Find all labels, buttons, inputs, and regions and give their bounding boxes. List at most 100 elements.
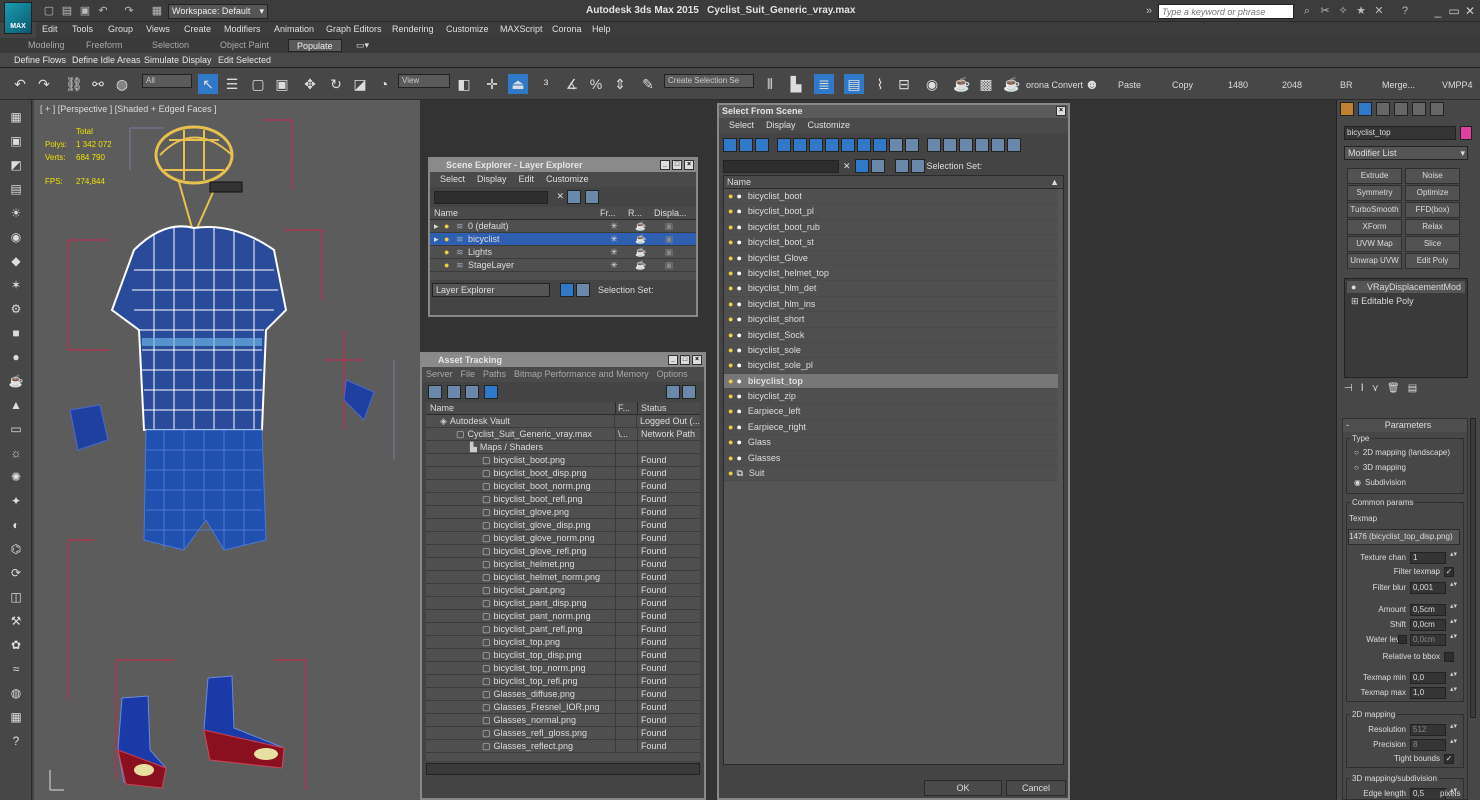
display-tab-icon[interactable] (1412, 102, 1426, 116)
utilities-tab-icon[interactable] (1430, 102, 1444, 116)
menu-animation[interactable]: Animation (274, 24, 314, 34)
create-tab-icon[interactable] (1340, 102, 1354, 116)
material-editor-icon[interactable]: ◉ (922, 74, 942, 94)
object-row[interactable]: ● ● bicyclist_boot (724, 189, 1058, 205)
settings-icon[interactable] (682, 385, 696, 399)
hierarchy-icon[interactable] (576, 283, 590, 297)
display-none-icon[interactable] (943, 138, 957, 152)
copy-button[interactable]: Copy (1172, 80, 1193, 90)
lightbulb-icon[interactable]: ● (728, 253, 733, 263)
layers-icon[interactable] (894, 159, 909, 173)
display-box-icon[interactable]: ▣ (654, 233, 684, 245)
object-row[interactable]: ● ⧉ Suit (724, 466, 1058, 482)
lightbulb-icon[interactable]: ● (444, 220, 456, 232)
modifier-button-edit-poly[interactable]: Edit Poly (1405, 253, 1460, 269)
skull-icon[interactable]: ☻ (1082, 74, 1102, 94)
lightbulb-icon[interactable]: ● (728, 222, 733, 232)
object-row[interactable]: ● ● bicyclist_boot_pl (724, 204, 1058, 220)
object-row[interactable]: ● ● bicyclist_boot_rub (724, 219, 1058, 236)
asset-row[interactable]: ▢ bicyclist_top_disp.png Found (426, 649, 700, 662)
type-radio-option[interactable]: ○ 2D mapping (landscape) (1354, 448, 1450, 457)
paste-button[interactable]: Paste (1118, 80, 1141, 90)
type-radio-option[interactable]: ◉ Subdivision (1354, 478, 1406, 487)
bind-space-warp-icon[interactable]: ◍ (112, 74, 132, 94)
menu-edit[interactable]: Edit (519, 174, 535, 184)
modifier-button-extrude[interactable]: Extrude (1347, 168, 1402, 184)
object-row[interactable]: ● ● bicyclist_zip (724, 389, 1058, 405)
water-level-spinner[interactable]: 0,0cm (1410, 634, 1446, 646)
render-teapot-icon[interactable]: ☕ (628, 246, 654, 258)
spinner-arrows-icon[interactable]: ▴▾ (1450, 551, 1457, 558)
scene-explorer-titlebar[interactable]: Scene Explorer - Layer Explorer _ □ × (430, 159, 696, 172)
place-icon[interactable]: ◔ (374, 74, 394, 94)
ribbon-button-edit-selected[interactable]: Edit Selected (218, 55, 271, 65)
box-icon[interactable]: ■ (7, 324, 25, 342)
command-panel-scrollbar[interactable] (1470, 418, 1476, 718)
pin-stack-icon[interactable]: ⊣ (1344, 383, 1353, 394)
configure-sets-icon[interactable]: ▤ (1408, 383, 1417, 394)
search-input[interactable]: Type a keyword or phrase (1158, 4, 1294, 19)
invert-display-icon[interactable] (959, 138, 973, 152)
link-icon[interactable]: ⛓ (64, 74, 84, 94)
filter-settings-icon[interactable] (975, 138, 989, 152)
filter-icon[interactable] (854, 159, 869, 173)
hierarchy-icon[interactable]: ⌬ (7, 540, 25, 558)
radio-button[interactable]: ○ (1354, 463, 1359, 472)
perspective-viewport[interactable] (34, 100, 420, 800)
list-icon[interactable] (446, 385, 461, 399)
menu-help[interactable]: Help (592, 24, 611, 34)
corona-convert-button[interactable]: orona Convert (1026, 80, 1083, 90)
modifier-button-turbosmooth[interactable]: TurboSmooth (1347, 202, 1402, 218)
modifier-button-ffd-box-[interactable]: FFD(box) (1405, 202, 1460, 218)
asset-row[interactable]: ▢ Glasses_Fresnel_IOR.png Found (426, 701, 700, 714)
render-teapot-icon[interactable]: ☕ (628, 233, 654, 245)
cancel-button[interactable]: Cancel (1006, 780, 1066, 796)
asset-row[interactable]: ▢ bicyclist_glove_refl.png Found (426, 545, 700, 558)
modifier-button-symmetry[interactable]: Symmetry (1347, 185, 1402, 201)
minimize-button[interactable]: _ (660, 160, 670, 170)
asset-row[interactable]: ▢ bicyclist_boot.png Found (426, 454, 700, 467)
ribbon-tab-selection[interactable]: Selection (152, 40, 189, 50)
named-selection-dropdown[interactable]: Create Selection Se (664, 74, 754, 88)
stack-item[interactable]: ● VRayDisplacementMod (1347, 281, 1465, 293)
unlink-icon[interactable]: ⚯ (88, 74, 108, 94)
render-teapot-icon[interactable]: ☕ (628, 220, 654, 232)
asset-row[interactable]: ▢ bicyclist_pant_norm.png Found (426, 610, 700, 623)
object-row[interactable]: ● ● Glass (724, 435, 1058, 451)
open-file-icon[interactable]: ▤ (60, 4, 74, 18)
select-object-icon[interactable]: ↖ (198, 74, 218, 94)
layer-row[interactable]: ▸ ● ≋ bicyclist ✳ ☕ ▣ (430, 233, 696, 246)
resolution-width-button[interactable]: 1480 (1228, 80, 1248, 90)
asset-row[interactable]: ▢ Glasses_refl_gloss.png Found (426, 727, 700, 740)
tools-icon[interactable]: ✂ (1318, 4, 1332, 18)
display-helpers-icon[interactable] (793, 138, 807, 152)
texmap-min-spinner[interactable]: 0,0 (1410, 672, 1446, 684)
modifier-button-noise[interactable]: Noise (1405, 168, 1460, 184)
object-row[interactable]: ● ● bicyclist_sole_pl (724, 358, 1058, 374)
asset-row[interactable]: ▢ bicyclist_top_refl.png Found (426, 675, 700, 688)
asset-row[interactable]: ▢ bicyclist_top.png Found (426, 636, 700, 649)
object-row[interactable]: ● ● bicyclist_helmet_top (724, 265, 1058, 282)
display-hidden-icon[interactable] (905, 138, 919, 152)
utility-icon[interactable]: ⚒ (7, 612, 25, 630)
display-geometry-icon[interactable] (723, 138, 737, 152)
asset-row[interactable]: ▢ bicyclist_boot_norm.png Found (426, 480, 700, 493)
display-bones-icon[interactable] (857, 138, 871, 152)
menu-options[interactable]: Options (657, 369, 688, 379)
object-row[interactable]: ● ● Glasses (724, 450, 1058, 467)
menu-modifiers[interactable]: Modifiers (224, 24, 261, 34)
angle-snap-icon[interactable]: ∡ (562, 74, 582, 94)
lightbulb-icon[interactable]: ● (728, 468, 733, 478)
lightbulb-icon[interactable]: ● (728, 314, 733, 324)
menu-rendering[interactable]: Rendering (392, 24, 434, 34)
particle-icon[interactable]: ✦ (7, 492, 25, 510)
undo-icon[interactable]: ↶ (10, 74, 30, 94)
asset-row[interactable]: ▢ bicyclist_glove_disp.png Found (426, 519, 700, 532)
col-render[interactable]: R... (628, 207, 654, 219)
workspace-dropdown[interactable]: Workspace: Default ▾ (168, 4, 268, 19)
modifier-icon[interactable]: ◐ (7, 516, 25, 534)
refresh-icon[interactable] (428, 385, 442, 399)
ok-button[interactable]: OK (924, 780, 1002, 796)
asset-row[interactable]: ▢ Glasses_reflect.png Found (426, 740, 700, 753)
display-containers-icon[interactable] (873, 138, 887, 152)
